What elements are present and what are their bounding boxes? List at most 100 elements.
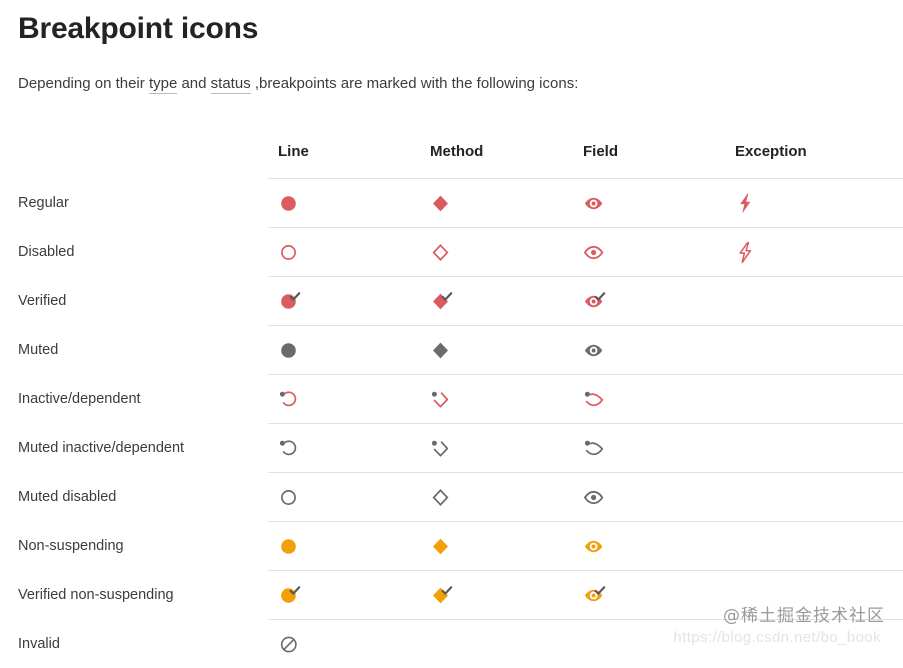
icon-cell [573, 228, 725, 277]
icon-cell [420, 571, 573, 620]
table-row: Muted inactive/dependent [0, 424, 903, 473]
circle-outline-red-dot-icon [278, 386, 304, 412]
icon-cell [420, 179, 573, 228]
table-row: Muted [0, 326, 903, 375]
lightning-filled-red-icon [735, 190, 761, 216]
icon-cell [573, 522, 725, 571]
diamond-filled-red-check-icon [430, 288, 456, 314]
prohibition-gray-icon [278, 631, 304, 657]
intro-text-after: ,breakpoints are marked with the followi… [251, 75, 579, 92]
intro-text-before: Depending on their [18, 75, 149, 92]
circle-filled-red-check-icon [278, 288, 304, 314]
icon-cell [268, 522, 420, 571]
row-label: Verified non-suspending [0, 571, 268, 620]
empty-cell [735, 435, 761, 461]
icon-cell [573, 424, 725, 473]
circle-filled-red-icon [278, 190, 304, 216]
icon-cell [725, 424, 903, 473]
icon-cell [268, 375, 420, 424]
empty-cell [735, 386, 761, 412]
icon-cell [268, 571, 420, 620]
intro-text-mid: and [177, 75, 210, 92]
icon-cell [268, 228, 420, 277]
icon-cell [573, 375, 725, 424]
table-row: Verified [0, 277, 903, 326]
icon-cell [420, 522, 573, 571]
row-label: Verified [0, 277, 268, 326]
icon-cell [268, 424, 420, 473]
diamond-filled-red-icon [430, 190, 456, 216]
icon-cell [420, 228, 573, 277]
icon-cell [268, 277, 420, 326]
watermark-url: https://blog.csdn.net/bo_book [673, 629, 881, 646]
table-row: Non-suspending [0, 522, 903, 571]
row-label: Muted inactive/dependent [0, 424, 268, 473]
intro-paragraph: Depending on their type and status ,brea… [18, 72, 578, 96]
icon-cell [573, 179, 725, 228]
table-row: Disabled [0, 228, 903, 277]
table-row: Regular [0, 179, 903, 228]
diamond-filled-orange-icon [430, 533, 456, 559]
icon-cell [725, 522, 903, 571]
icon-cell [725, 277, 903, 326]
icon-cell [268, 620, 420, 668]
circle-outline-gray-dot-icon [278, 435, 304, 461]
icon-cell [420, 620, 573, 668]
diamond-outline-red-dot-icon [430, 386, 456, 412]
diamond-outline-gray-icon [430, 484, 456, 510]
diamond-outline-gray-dot-icon [430, 435, 456, 461]
empty-cell [735, 337, 761, 363]
diamond-filled-orange-check-icon [430, 582, 456, 608]
empty-cell [583, 631, 609, 657]
diamond-filled-gray-icon [430, 337, 456, 363]
column-header-label [0, 120, 268, 179]
icon-cell [420, 277, 573, 326]
page-title: Breakpoint icons [18, 8, 258, 50]
table-row: Inactive/dependent [0, 375, 903, 424]
row-label: Invalid [0, 620, 268, 668]
watermark-text: @稀土掘金技术社区 [723, 601, 885, 626]
icon-cell [573, 473, 725, 522]
diamond-outline-red-icon [430, 239, 456, 265]
row-label: Muted [0, 326, 268, 375]
table-row: Muted disabled [0, 473, 903, 522]
icon-cell [725, 473, 903, 522]
empty-cell [735, 484, 761, 510]
row-label: Inactive/dependent [0, 375, 268, 424]
circle-filled-orange-icon [278, 533, 304, 559]
eye-filled-red-icon [583, 190, 609, 216]
table-body: RegularDisabledVerifiedMutedInactive/dep… [0, 179, 903, 668]
circle-outline-red-icon [278, 239, 304, 265]
eye-outline-red-icon [583, 239, 609, 265]
icon-cell [725, 179, 903, 228]
icon-cell [573, 571, 725, 620]
icon-cell [573, 277, 725, 326]
table-header: Line Method Field Exception [0, 120, 903, 179]
icon-cell [268, 473, 420, 522]
lightning-outline-red-icon [735, 239, 761, 265]
circle-filled-orange-check-icon [278, 582, 304, 608]
circle-outline-gray-icon [278, 484, 304, 510]
column-header-exception: Exception [725, 120, 903, 179]
icon-cell [420, 375, 573, 424]
icon-cell [268, 179, 420, 228]
eye-outline-red-dot-icon [583, 386, 609, 412]
eye-filled-orange-icon [583, 533, 609, 559]
eye-outline-gray-icon [583, 484, 609, 510]
eye-filled-red-check-icon [583, 288, 609, 314]
glossary-link-type[interactable]: type [149, 75, 177, 94]
row-label: Muted disabled [0, 473, 268, 522]
column-header-method: Method [420, 120, 573, 179]
eye-outline-gray-dot-icon [583, 435, 609, 461]
icon-cell [573, 326, 725, 375]
icon-cell [725, 326, 903, 375]
eye-filled-orange-check-icon [583, 582, 609, 608]
row-label: Regular [0, 179, 268, 228]
breakpoint-icons-page: Breakpoint icons Depending on their type… [0, 0, 903, 658]
eye-filled-gray-icon [583, 337, 609, 363]
circle-filled-gray-icon [278, 337, 304, 363]
row-label: Non-suspending [0, 522, 268, 571]
header-row: Line Method Field Exception [0, 120, 903, 179]
icon-cell [420, 473, 573, 522]
glossary-link-status[interactable]: status [211, 75, 251, 94]
